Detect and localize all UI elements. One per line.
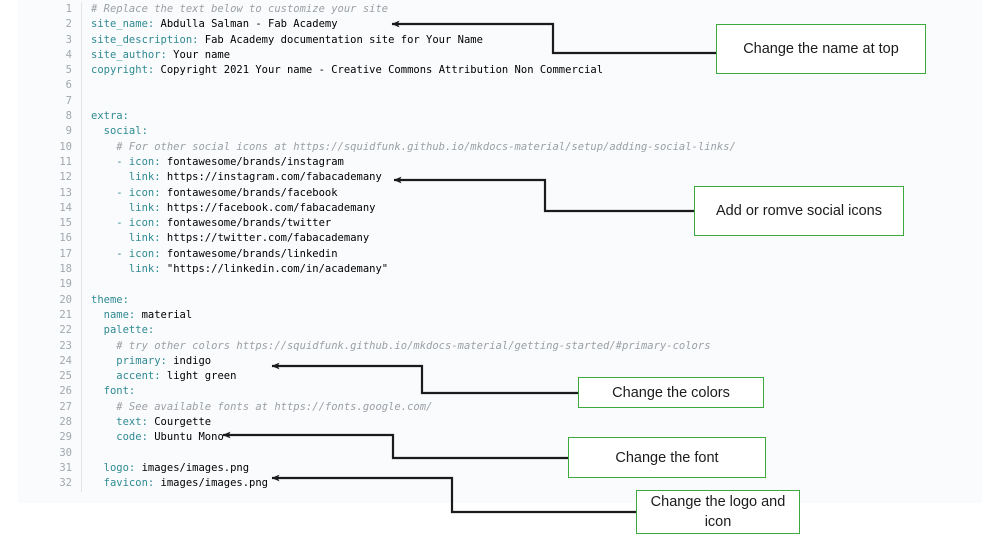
code-line: 21 name: material (18, 307, 982, 324)
line-number: 29 (18, 430, 82, 446)
code-text: - icon: fontawesome/brands/facebook (91, 186, 338, 199)
callout-social-icons[interactable]: Add or romve social icons (694, 186, 904, 236)
line-number: 18 (18, 262, 82, 278)
callout-change-logo[interactable]: Change the logo and icon (636, 490, 800, 534)
line-number: 30 (18, 445, 82, 461)
callout-change-font[interactable]: Change the font (568, 437, 766, 478)
code-text: link: https://facebook.com/fabacademany (91, 201, 376, 214)
line-number: 5 (18, 63, 82, 79)
code-line: 25 accent: light green (18, 369, 982, 385)
line-number: 13 (18, 185, 82, 201)
code-text: theme: (91, 293, 129, 306)
code-line: 30 (18, 445, 982, 461)
line-number: 14 (18, 200, 82, 217)
line-number: 32 (18, 476, 82, 492)
code-line: 9 social: (18, 124, 982, 140)
code-line: 11 - icon: fontawesome/brands/instagram (18, 154, 982, 171)
code-text: - icon: fontawesome/brands/twitter (91, 217, 332, 230)
code-line: 23 # try other colors https://squidfunk.… (18, 338, 982, 354)
line-number: 26 (18, 384, 82, 400)
code-text: # Replace the text below to customize yo… (91, 3, 389, 15)
code-text: link: https://instagram.com/fabacademany (91, 171, 382, 184)
code-text: site_description: Fab Academy documentat… (91, 33, 483, 46)
line-number: 16 (18, 231, 82, 247)
code-line: 24 primary: indigo (18, 353, 982, 370)
code-text: name: material (91, 308, 193, 321)
code-line: 17 - icon: fontawesome/brands/linkedin (18, 246, 982, 263)
code-line: 7 (18, 93, 982, 110)
code-line: 31 logo: images/images.png (18, 460, 982, 477)
code-line: 28 text: Courgette (18, 415, 982, 431)
line-number: 25 (18, 369, 82, 385)
line-number: 28 (18, 415, 82, 431)
code-text: logo: images/images.png (91, 461, 250, 474)
code-text: code: Ubuntu Mono (91, 431, 224, 444)
code-text: extra: (91, 110, 129, 123)
line-number: 3 (18, 32, 82, 48)
code-line-list: 1 # Replace the text below to customize y… (18, 2, 982, 492)
line-number: 17 (18, 246, 82, 263)
line-number: 7 (18, 93, 82, 110)
code-line: 29 code: Ubuntu Mono (18, 430, 982, 446)
code-line: 26 font: (18, 384, 982, 400)
line-number: 22 (18, 323, 82, 339)
line-number: 27 (18, 399, 82, 416)
code-text: - icon: fontawesome/brands/instagram (91, 155, 344, 168)
line-number: 9 (18, 124, 82, 140)
code-line: 20 theme: (18, 292, 982, 308)
yaml-code-block[interactable]: 1 # Replace the text below to customize y… (18, 0, 982, 503)
code-line: 32 favicon: images/images.png (18, 476, 982, 492)
code-line: 8 extra: (18, 109, 982, 125)
callout-change-name[interactable]: Change the name at top (716, 24, 926, 74)
line-number: 2 (18, 17, 82, 33)
line-number: 31 (18, 460, 82, 477)
code-line: 19 (18, 277, 982, 293)
line-number: 19 (18, 277, 82, 293)
code-text: link: "https://linkedin.com/in/academany… (91, 263, 389, 276)
line-number: 4 (18, 47, 82, 64)
line-number: 8 (18, 109, 82, 125)
code-line: 22 palette: (18, 323, 982, 339)
line-number: 23 (18, 338, 82, 354)
code-text: primary: indigo (91, 354, 212, 367)
code-text: # See available fonts at https://fonts.g… (91, 400, 433, 413)
code-text: - icon: fontawesome/brands/linkedin (91, 247, 338, 260)
code-text: copyright: Copyright 2021 Your name - Cr… (91, 64, 604, 77)
code-line: 1 # Replace the text below to customize y… (18, 2, 982, 18)
callout-change-colors[interactable]: Change the colors (578, 377, 764, 408)
code-text: favicon: images/images.png (91, 477, 269, 490)
code-text: # For other social icons at https://squi… (91, 140, 736, 153)
code-text: social: (91, 125, 148, 138)
line-number: 12 (18, 170, 82, 186)
code-text: palette: (91, 324, 155, 337)
code-text: link: https://twitter.com/fabacademany (91, 232, 370, 245)
code-text: site_name: Abdulla Salman - Fab Academy (91, 18, 338, 31)
code-line: 18 link: "https://linkedin.com/in/academ… (18, 262, 982, 278)
code-line: 12 link: https://instagram.com/fabacadem… (18, 170, 982, 186)
code-text: accent: light green (91, 370, 237, 383)
line-number: 6 (18, 78, 82, 94)
line-number: 24 (18, 353, 82, 370)
code-line: 10 # For other social icons at https://s… (18, 139, 982, 155)
line-number: 20 (18, 292, 82, 308)
code-text: # try other colors https://squidfunk.git… (91, 339, 711, 352)
line-number: 1 (18, 2, 82, 18)
line-number: 21 (18, 307, 82, 324)
code-text: text: Courgette (91, 416, 212, 429)
code-text: site_author: Your name (91, 48, 231, 61)
code-line: 27 # See available fonts at https://font… (18, 399, 982, 416)
code-text: font: (91, 385, 136, 398)
code-line: 6 (18, 78, 982, 94)
line-number: 10 (18, 139, 82, 155)
line-number: 15 (18, 216, 82, 232)
line-number: 11 (18, 154, 82, 171)
